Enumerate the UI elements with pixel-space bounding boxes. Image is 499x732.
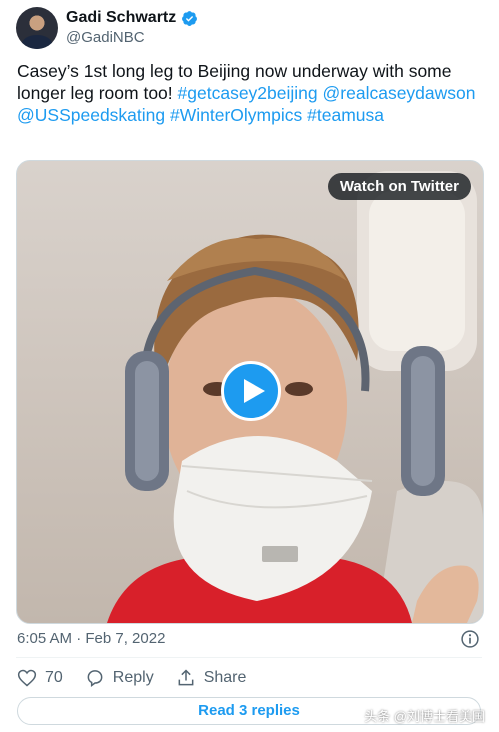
hashtag-link[interactable]: #getcasey2beijing [178,83,318,103]
tweet-actions: 70 Reply Share [17,668,268,688]
play-button[interactable] [221,361,281,421]
heart-icon [17,669,37,687]
video-player[interactable]: Watch on Twitter [16,160,484,624]
share-icon [178,669,194,686]
hashtag-link[interactable]: #WinterOlympics [170,105,302,125]
watch-on-twitter-button[interactable]: Watch on Twitter [327,173,471,200]
like-button[interactable]: 70 [17,668,63,688]
author-name-row: Gadi Schwartz [66,9,198,27]
play-icon [244,379,265,403]
reply-label: Reply [112,669,154,686]
avatar[interactable] [16,7,58,49]
author-handle[interactable]: @GadiNBC [66,29,145,46]
mention-link[interactable]: @USSpeedskating [17,105,165,125]
verified-badge-icon [182,10,198,26]
tweet-text: Casey’s 1st long leg to Beijing now unde… [17,60,487,126]
watermark-text: 头条 @刘博士看美国 [364,709,485,724]
divider [16,657,482,658]
reply-icon [87,670,103,687]
hashtag-link[interactable]: #teamusa [307,105,384,125]
mention-link[interactable]: @realcaseydawson [323,83,476,103]
share-button[interactable]: Share [176,668,247,688]
tweet-card: Gadi Schwartz @GadiNBC Casey’s 1st long … [0,0,499,732]
like-count: 70 [45,669,63,686]
author-display-name[interactable]: Gadi Schwartz [66,9,176,27]
tweet-timestamp[interactable]: 6:05 AM · Feb 7, 2022 [17,630,165,647]
share-label: Share [203,669,247,686]
reply-button[interactable]: Reply [85,668,154,688]
info-icon[interactable] [460,629,480,649]
